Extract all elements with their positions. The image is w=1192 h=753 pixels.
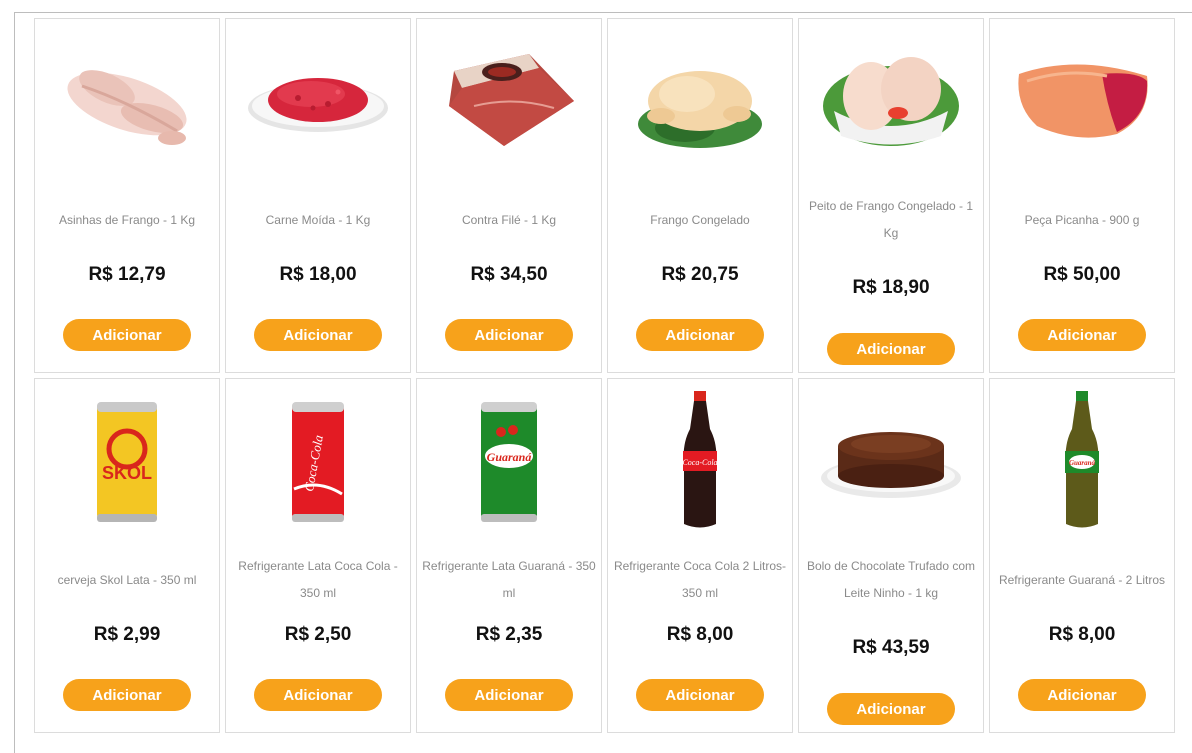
product-price: R$ 18,90 (852, 277, 930, 298)
add-to-cart-button[interactable]: Adicionar (63, 319, 191, 351)
product-name: Refrigerante Lata Coca Cola - 350 ml (238, 559, 398, 600)
product-card: Peito de Frango Congelado - 1 Kg R$ 18,9… (798, 18, 984, 373)
product-name: cerveja Skol Lata - 350 ml (57, 572, 197, 587)
bottle-label-text: Coca-Cola (682, 458, 717, 467)
product-card: Guaraná Refrigerante Guaraná - 2 Litros … (989, 378, 1175, 733)
product-price: R$ 2,35 (475, 624, 543, 645)
product-card: Frango Congelado R$ 20,75 Adicionar (607, 18, 793, 373)
product-card: SKOL cerveja Skol Lata - 350 ml R$ 2,99 … (34, 378, 220, 733)
add-to-cart-button[interactable]: Adicionar (254, 319, 382, 351)
product-name: Peito de Frango Congelado - 1 Kg (808, 199, 974, 240)
guarana-bottle-image[interactable]: Guaraná (990, 390, 1174, 531)
product-name: Refrigerante Guaraná - 2 Litros (998, 572, 1166, 587)
product-name: Peça Picanha - 900 g (1024, 212, 1140, 227)
product-name: Bolo de Chocolate Trufado com Leite Ninh… (806, 559, 976, 600)
guarana-can-image[interactable]: Guaraná (417, 391, 601, 531)
product-name: Contra Filé - 1 Kg (461, 212, 557, 227)
product-card: Guaraná Refrigerante Lata Guaraná - 350 … (416, 378, 602, 733)
chicken-wings-image[interactable] (35, 31, 219, 171)
add-to-cart-button[interactable]: Adicionar (63, 679, 191, 711)
add-to-cart-button[interactable]: Adicionar (1018, 679, 1146, 711)
product-price: R$ 20,75 (661, 264, 739, 285)
skol-can-image[interactable]: SKOL (35, 391, 219, 531)
picanha-image[interactable] (990, 31, 1174, 171)
coca-cola-can-image[interactable]: Coca-Cola (226, 391, 410, 531)
product-card: Asinhas de Frango - 1 Kg R$ 12,79 Adicio… (34, 18, 220, 373)
product-name: Asinhas de Frango - 1 Kg (58, 212, 196, 227)
can-label-text: SKOL (102, 463, 152, 483)
product-grid: Asinhas de Frango - 1 Kg R$ 12,79 Adicio… (34, 18, 1175, 733)
product-card: Carne Moída - 1 Kg R$ 18,00 Adicionar (225, 18, 411, 373)
add-to-cart-button[interactable]: Adicionar (636, 679, 764, 711)
add-to-cart-button[interactable]: Adicionar (254, 679, 382, 711)
can-label-text: Guaraná (487, 450, 533, 464)
add-to-cart-button[interactable]: Adicionar (1018, 319, 1146, 351)
product-card: Peça Picanha - 900 g R$ 50,00 Adicionar (989, 18, 1175, 373)
add-to-cart-button[interactable]: Adicionar (827, 333, 955, 365)
product-card: Coca-Cola Refrigerante Lata Coca Cola - … (225, 378, 411, 733)
chocolate-cake-image[interactable] (799, 391, 983, 531)
coca-cola-bottle-image[interactable]: Coca-Cola (608, 390, 792, 531)
product-card: Contra Filé - 1 Kg R$ 34,50 Adicionar (416, 18, 602, 373)
product-price: R$ 8,00 (666, 624, 734, 645)
chicken-breast-image[interactable] (799, 31, 983, 171)
add-to-cart-button[interactable]: Adicionar (827, 693, 955, 725)
product-name: Frango Congelado (650, 212, 750, 227)
add-to-cart-button[interactable]: Adicionar (636, 319, 764, 351)
add-to-cart-button[interactable]: Adicionar (445, 679, 573, 711)
product-name: Refrigerante Coca Cola 2 Litros- 350 ml (613, 559, 787, 600)
product-name: Carne Moída - 1 Kg (265, 212, 371, 227)
product-price: R$ 2,50 (284, 624, 352, 645)
product-price: R$ 34,50 (470, 264, 548, 285)
product-price: R$ 50,00 (1043, 264, 1121, 285)
product-card: Coca-Cola Refrigerante Coca Cola 2 Litro… (607, 378, 793, 733)
bottle-label-text: Guaraná (1069, 459, 1096, 467)
product-price: R$ 2,99 (93, 624, 161, 645)
ground-beef-image[interactable] (226, 31, 410, 171)
product-card: Bolo de Chocolate Trufado com Leite Ninh… (798, 378, 984, 733)
product-price: R$ 12,79 (88, 264, 166, 285)
product-price: R$ 18,00 (279, 264, 357, 285)
sirloin-steak-image[interactable] (417, 31, 601, 171)
product-name: Refrigerante Lata Guaraná - 350 ml (422, 559, 596, 600)
product-price: R$ 43,59 (852, 637, 930, 658)
product-price: R$ 8,00 (1048, 624, 1116, 645)
add-to-cart-button[interactable]: Adicionar (445, 319, 573, 351)
whole-chicken-image[interactable] (608, 31, 792, 171)
